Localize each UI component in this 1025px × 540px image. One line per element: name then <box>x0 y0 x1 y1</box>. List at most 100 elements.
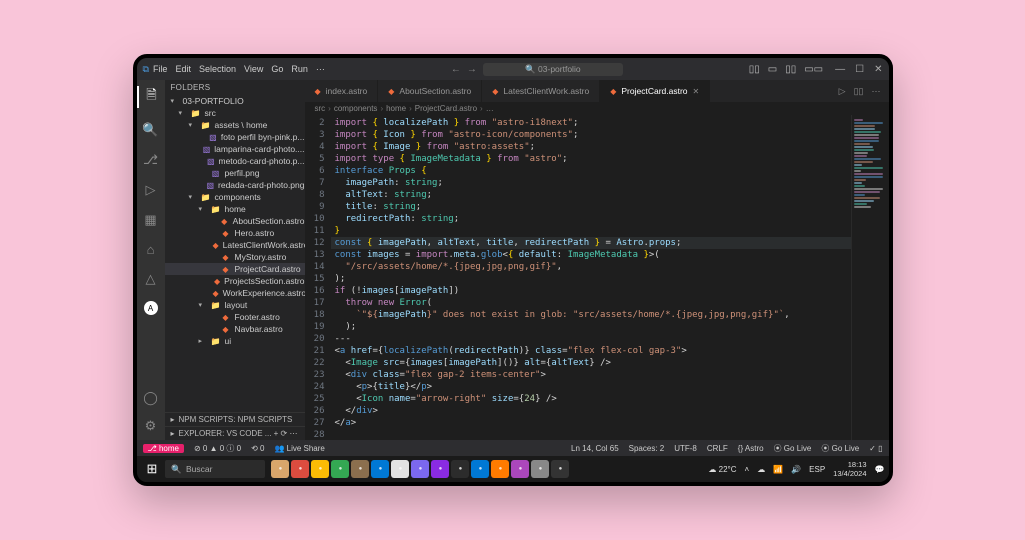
extensions-icon[interactable]: ▦ <box>144 212 156 228</box>
layout-icon[interactable]: ▯▯ <box>785 64 796 75</box>
more-icon[interactable]: ⋯ <box>872 86 881 97</box>
liveshare-indicator[interactable]: 👥 Live Share <box>274 444 324 453</box>
breadcrumb-segment[interactable]: ProjectCard.astro <box>415 104 477 113</box>
nav-back-icon[interactable]: ← <box>451 64 461 75</box>
tree-item[interactable]: ▧redada-card-photo.png <box>165 179 305 191</box>
close-icon[interactable]: ✕ <box>874 64 882 75</box>
tree-item[interactable]: ▾📁layout <box>165 299 305 311</box>
layout-icon[interactable]: ▭ <box>768 64 777 75</box>
search-icon[interactable]: 🔍 <box>142 122 158 138</box>
tree-item[interactable]: ▧metodo-card-photo.p... <box>165 155 305 167</box>
taskbar-app[interactable]: ● <box>391 460 409 478</box>
tree-item[interactable]: ▾📁components <box>165 191 305 203</box>
language-indicator[interactable]: ESP <box>809 465 825 474</box>
menu-selection[interactable]: Selection <box>199 64 236 74</box>
project-root[interactable]: ▾03-PORTFOLIO <box>165 95 305 107</box>
minimize-icon[interactable]: — <box>835 64 845 75</box>
code-editor[interactable]: 2345678910111213141516171819202122232425… <box>305 115 889 440</box>
code-body[interactable]: import { localizePath } from "astro-i18n… <box>331 115 851 440</box>
breadcrumb-segment[interactable]: home <box>386 104 406 113</box>
settings-icon[interactable]: ⚙ <box>145 418 157 434</box>
breadcrumb-segment[interactable]: components <box>334 104 378 113</box>
eol[interactable]: CRLF <box>707 444 728 453</box>
tree-item[interactable]: ◆Footer.astro <box>165 311 305 323</box>
ports-indicator[interactable]: ⟲ 0 <box>251 444 264 453</box>
command-center[interactable]: 🔍 03-portfolio <box>483 63 623 76</box>
run-debug-icon[interactable]: ▷ <box>146 182 156 198</box>
tray-chevron-icon[interactable]: ˄ <box>745 465 750 474</box>
tree-item[interactable]: ▾📁assets \ home <box>165 119 305 131</box>
source-control-icon[interactable]: ⎇ <box>143 152 158 168</box>
editor-tab[interactable]: ◆ProjectCard.astro✕ <box>600 80 710 102</box>
tree-item[interactable]: ▧lamparina-card-photo.... <box>165 143 305 155</box>
split-icon[interactable]: ▯▯ <box>854 86 864 97</box>
editor-tab[interactable]: ◆LatestClientWork.astro <box>482 80 600 102</box>
taskbar-app[interactable]: ● <box>511 460 529 478</box>
taskbar-app[interactable]: ● <box>451 460 469 478</box>
cursor-position[interactable]: Ln 14, Col 65 <box>571 444 619 453</box>
layout-icon[interactable]: ▯▯ <box>749 64 760 75</box>
ai-icon[interactable]: A <box>144 301 158 315</box>
breadcrumb-segment[interactable]: src <box>315 104 326 113</box>
menu-go[interactable]: Go <box>271 64 283 74</box>
explorer-icon[interactable]: 🗎 <box>137 86 165 108</box>
sidebar-panel-header[interactable]: ▸EXPLORER: VS CODE ... + ⟳ ⋯ <box>165 426 305 440</box>
sound-icon[interactable]: 🔊 <box>791 465 801 474</box>
go-live[interactable]: ⦿ Go Live <box>774 443 812 454</box>
start-button[interactable]: ⊞ <box>141 461 164 477</box>
weather-widget[interactable]: ☁ 22°C <box>708 465 736 474</box>
go-live[interactable]: ⦿ Go Live <box>821 443 859 454</box>
tree-item[interactable]: ◆AboutSection.astro <box>165 215 305 227</box>
tree-item[interactable]: ◆ProjectCard.astro <box>165 263 305 275</box>
onedrive-icon[interactable]: ☁ <box>757 465 765 474</box>
taskbar-app[interactable]: ● <box>531 460 549 478</box>
taskbar-app[interactable]: ● <box>311 460 329 478</box>
minimap[interactable] <box>851 115 889 440</box>
tree-item[interactable]: ▾📁src <box>165 107 305 119</box>
taskbar-app[interactable]: ● <box>491 460 509 478</box>
taskbar-app[interactable]: ● <box>351 460 369 478</box>
tree-item[interactable]: ▾📁home <box>165 203 305 215</box>
tree-item[interactable]: ▧perfil.png <box>165 167 305 179</box>
taskbar-app[interactable]: ● <box>551 460 569 478</box>
sidebar-panel-header[interactable]: ▸NPM SCRIPTS: NPM SCRIPTS <box>165 412 305 426</box>
nav-forward-icon[interactable]: → <box>467 64 477 75</box>
menu-view[interactable]: View <box>244 64 263 74</box>
breadcrumb-segment[interactable]: … <box>486 104 494 113</box>
menu-···[interactable]: ··· <box>316 64 325 74</box>
account-icon[interactable]: ◯ <box>143 390 158 406</box>
tree-item[interactable]: ◆Hero.astro <box>165 227 305 239</box>
maximize-icon[interactable]: ☐ <box>855 64 864 75</box>
language-mode[interactable]: {} Astro <box>738 444 764 453</box>
clock[interactable]: 18:13 13/4/2024 <box>833 460 866 478</box>
remote-indicator[interactable]: ⎇ home <box>143 444 184 453</box>
notifications-icon[interactable]: ✓ ▯ <box>869 444 882 453</box>
taskbar-app[interactable]: ● <box>291 460 309 478</box>
wifi-icon[interactable]: 📶 <box>773 465 783 474</box>
menu-run[interactable]: Run <box>291 64 308 74</box>
taskbar-app[interactable]: ● <box>411 460 429 478</box>
run-icon[interactable]: ▷ <box>839 86 846 97</box>
tree-item[interactable]: ◆Navbar.astro <box>165 323 305 335</box>
tree-item[interactable]: ◆LatestClientWork.astro <box>165 239 305 251</box>
encoding[interactable]: UTF-8 <box>674 444 697 453</box>
menu-file[interactable]: File <box>153 64 168 74</box>
remote-icon[interactable]: ⌂ <box>147 242 155 257</box>
taskbar-app[interactable]: ● <box>471 460 489 478</box>
taskbar-search[interactable]: 🔍 Buscar <box>165 460 265 478</box>
notification-center-icon[interactable]: 💬 <box>875 465 885 474</box>
close-icon[interactable]: ✕ <box>693 87 700 96</box>
layout-icon[interactable]: ▭▭ <box>804 64 823 75</box>
taskbar-app[interactable]: ● <box>371 460 389 478</box>
tree-item[interactable]: ◆WorkExperience.astro <box>165 287 305 299</box>
taskbar-app[interactable]: ● <box>331 460 349 478</box>
editor-tab[interactable]: ◆AboutSection.astro <box>378 80 482 102</box>
menu-edit[interactable]: Edit <box>175 64 191 74</box>
tree-item[interactable]: ▧foto perfil byn-pink.p... <box>165 131 305 143</box>
tree-item[interactable]: ◆MyStory.astro <box>165 251 305 263</box>
problems-indicator[interactable]: ⊘ 0 ▲ 0 ⓘ 0 <box>194 443 241 454</box>
taskbar-app[interactable]: ● <box>271 460 289 478</box>
editor-tab[interactable]: ◆index.astro <box>305 80 379 102</box>
testing-icon[interactable]: △ <box>146 271 156 287</box>
tree-item[interactable]: ▸📁ui <box>165 335 305 347</box>
